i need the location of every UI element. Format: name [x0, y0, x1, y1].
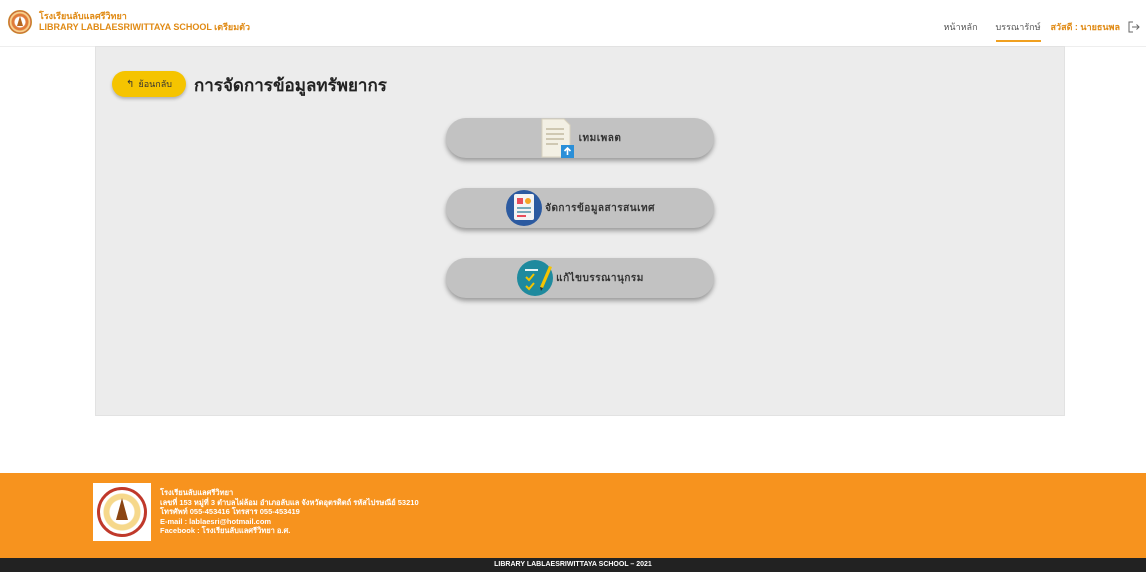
nav-home[interactable]: หน้าหลัก — [943, 20, 977, 42]
main-nav: หน้าหลัก บรรณารักษ์ สวัสดี : นายธนพล — [925, 20, 1140, 42]
footer-contact-info: โรงเรียนลับแลศรีวิทยา เลขที่ 153 หมู่ที่… — [160, 488, 419, 536]
page-title: การจัดการข้อมูลทรัพยากร — [194, 76, 387, 95]
footer-school-name: โรงเรียนลับแลศรีวิทยา — [160, 488, 234, 497]
footer-phone: โทรศัพท์ 055-453416 โทรสาร 055-453419 — [160, 507, 300, 516]
back-arrow-icon: ↰ — [126, 78, 135, 90]
footer-school-logo — [93, 483, 151, 541]
edit-bibliography-button-label: แก้ไขบรรณานุกรม — [556, 272, 644, 284]
checklist-pen-icon — [517, 260, 554, 296]
nav-librarian[interactable]: บรรณารักษ์ — [995, 20, 1041, 42]
top-header: โรงเรียนลับแลศรีวิทยา LIBRARY LABLAESRIW… — [0, 0, 1146, 47]
back-button-label: ย้อนกลับ — [138, 79, 172, 89]
footer-facebook[interactable]: Facebook : โรงเรียนลับแลศรีวิทยา อ.ศ. — [160, 526, 419, 536]
edit-bibliography-button[interactable]: แก้ไขบรรณานุกรม — [446, 258, 714, 298]
brand-link[interactable]: โรงเรียนลับแลศรีวิทยา LIBRARY LABLAESRIW… — [8, 10, 250, 34]
logout-icon[interactable] — [1128, 21, 1140, 33]
copyright-bar: LIBRARY LABLAESRIWITTAYA SCHOOL – 2021 — [0, 558, 1146, 572]
user-greeting[interactable]: สวัสดี : นายธนพล — [1051, 20, 1120, 42]
footer-address: เลขที่ 153 หมู่ที่ 3 ตำบลไผ่ล้อม อำเภอลั… — [160, 497, 419, 507]
document-upload-icon — [541, 118, 574, 158]
back-button[interactable]: ↰ ย้อนกลับ — [112, 71, 186, 97]
brand-name-english: LIBRARY LABLAESRIWITTAYA SCHOOL เตรียมตั… — [39, 22, 251, 32]
report-icon — [506, 190, 543, 226]
school-logo — [8, 10, 32, 34]
template-button-label: เทมเพลต — [578, 132, 622, 144]
brand-name-thai: โรงเรียนลับแลศรีวิทยา — [39, 11, 127, 21]
site-footer: โรงเรียนลับแลศรีวิทยา เลขที่ 153 หมู่ที่… — [0, 473, 1146, 558]
manage-info-button-label: จัดการข้อมูลสารสนเทศ — [545, 202, 655, 214]
manage-info-button[interactable]: จัดการข้อมูลสารสนเทศ — [446, 188, 714, 228]
template-button[interactable]: เทมเพลต — [446, 118, 714, 158]
footer-email[interactable]: E-mail : lablaesri@hotmail.com — [160, 517, 419, 527]
content-panel: ↰ ย้อนกลับ การจัดการข้อมูลทรัพยากร เทมเพ… — [95, 46, 1065, 416]
